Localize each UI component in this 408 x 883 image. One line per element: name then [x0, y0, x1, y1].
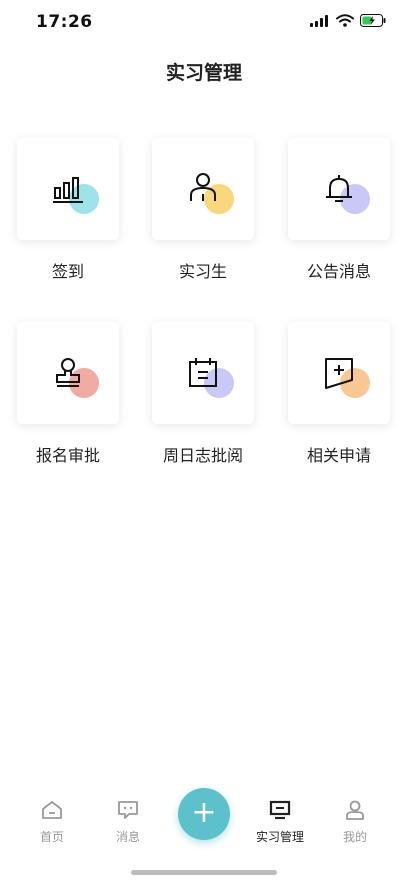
tab-internship-management-label: 实习管理 — [255, 830, 304, 844]
flag-add-icon — [325, 358, 353, 389]
page-title: 实习管理 — [165, 62, 242, 84]
stamp-icon — [56, 358, 80, 387]
registration-approval-label: 报名审批 — [35, 446, 100, 465]
user-icon — [346, 800, 364, 820]
person-icon — [190, 173, 216, 201]
battery-icon — [360, 14, 386, 27]
tab-home[interactable]: 首页 — [22, 800, 82, 845]
tab-internship-management[interactable]: 实习管理 — [250, 800, 310, 845]
intern-card[interactable] — [152, 138, 254, 240]
calendar-icon — [189, 358, 217, 387]
related-application-label: 相关申请 — [306, 446, 371, 465]
tab-messages[interactable]: 消息 — [98, 800, 158, 845]
related-application-card[interactable] — [288, 322, 390, 424]
home-icon — [42, 801, 62, 819]
tab-profile-label: 我的 — [342, 830, 367, 844]
message-icon — [118, 801, 138, 819]
bell-icon — [326, 175, 352, 202]
status-time: 17:26 — [36, 12, 93, 32]
monitor-icon — [269, 800, 291, 820]
home-indicator — [131, 870, 277, 875]
tab-messages-label: 消息 — [115, 830, 140, 844]
sign-in-label: 签到 — [51, 262, 84, 281]
tab-home-label: 首页 — [39, 830, 64, 844]
tab-profile[interactable]: 我的 — [325, 800, 385, 845]
intern-label: 实习生 — [178, 262, 227, 281]
sign-in-card[interactable] — [17, 138, 119, 240]
bar-chart-icon — [53, 177, 83, 203]
status-bar: 17:26 — [0, 0, 408, 44]
weekly-log-review-card[interactable] — [152, 322, 254, 424]
add-button[interactable]: + — [178, 788, 230, 840]
registration-approval-card[interactable] — [17, 322, 119, 424]
status-icons — [310, 14, 386, 27]
announcement-card[interactable] — [288, 138, 390, 240]
announcement-label: 公告消息 — [306, 262, 371, 281]
signal-icon — [310, 14, 328, 27]
weekly-log-review-label: 周日志批阅 — [162, 446, 243, 465]
wifi-icon — [336, 14, 354, 27]
